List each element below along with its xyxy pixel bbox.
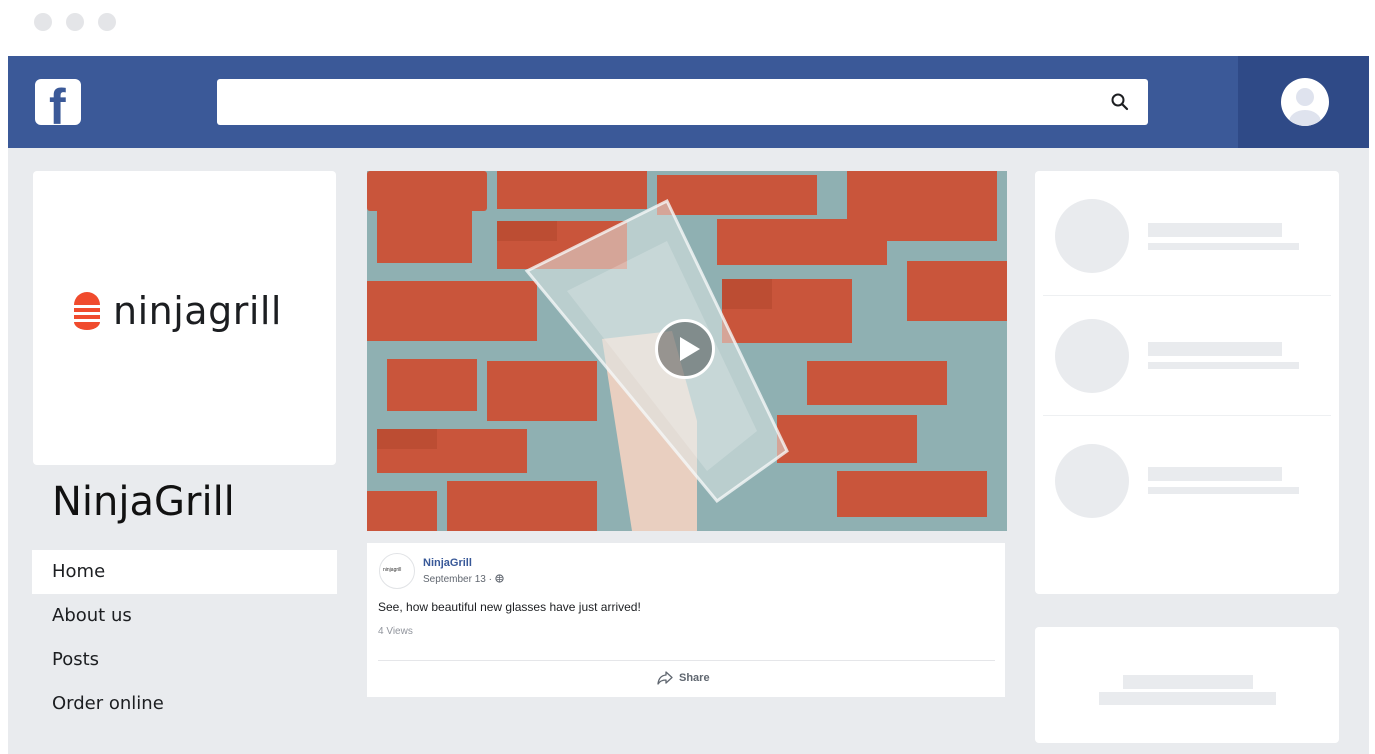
- profile-area: [1238, 56, 1369, 148]
- suggestions-card: [1035, 171, 1339, 594]
- play-icon[interactable]: [655, 319, 715, 379]
- search-input[interactable]: [217, 79, 1148, 125]
- post-video[interactable]: [367, 171, 1007, 531]
- nav-item-about-us[interactable]: About us: [32, 594, 337, 638]
- profile-picture-card: ninjagrill: [33, 171, 336, 465]
- window-dot-close[interactable]: [34, 13, 52, 31]
- user-avatar-icon[interactable]: [1281, 78, 1329, 126]
- share-arrow-icon: [657, 671, 673, 685]
- post-card: ninjagrill NinjaGrill September 13 · See…: [367, 543, 1005, 697]
- nav-item-home[interactable]: Home: [32, 550, 337, 594]
- placeholder-avatar: [1055, 319, 1129, 393]
- post-divider: [378, 660, 995, 661]
- post-timestamp[interactable]: September 13 ·: [423, 574, 504, 585]
- post-author-name[interactable]: NinjaGrill: [423, 557, 472, 569]
- burger-logo-icon: [74, 292, 100, 330]
- page-title: NinjaGrill: [52, 479, 235, 525]
- nav-item-order-online[interactable]: Order online: [32, 682, 337, 726]
- secondary-placeholder-card: [1035, 627, 1339, 743]
- suggestion-placeholder-item: [1035, 171, 1339, 291]
- placeholder-line: [1123, 675, 1253, 689]
- post-body-text: See, how beautiful new glasses have just…: [378, 600, 641, 614]
- placeholder-line: [1148, 467, 1282, 481]
- placeholder-line: [1148, 342, 1282, 356]
- avatar-silhouette-icon: [1289, 88, 1321, 126]
- placeholder-line: [1148, 223, 1282, 237]
- post-view-count: 4 Views: [378, 626, 413, 637]
- facebook-logo-letter: f: [49, 79, 66, 125]
- logo-wordmark: ninjagrill: [113, 289, 282, 333]
- page-navigation: Home About us Posts Order online: [32, 550, 337, 726]
- suggestion-placeholder-item: [1035, 291, 1339, 411]
- share-button[interactable]: Share: [657, 671, 710, 685]
- window-dot-minimize[interactable]: [66, 13, 84, 31]
- placeholder-avatar: [1055, 444, 1129, 518]
- window-dot-maximize[interactable]: [98, 13, 116, 31]
- placeholder-line: [1148, 362, 1299, 369]
- browser-window: f ninjagrill NinjaGrill Home About us Po…: [8, 56, 1369, 754]
- post-author-avatar[interactable]: ninjagrill: [379, 553, 415, 589]
- placeholder-avatar: [1055, 199, 1129, 273]
- search-icon[interactable]: [1110, 92, 1130, 112]
- globe-icon: [495, 574, 504, 583]
- share-button-label: Share: [679, 672, 710, 684]
- placeholder-line: [1148, 487, 1299, 494]
- nav-item-posts[interactable]: Posts: [32, 638, 337, 682]
- suggestion-placeholder-item: [1035, 411, 1339, 531]
- post-date-text: September 13 ·: [423, 574, 495, 585]
- placeholder-line: [1099, 692, 1276, 705]
- facebook-f-icon[interactable]: f: [35, 79, 81, 125]
- post-avatar-logo-text: ninjagrill: [383, 567, 402, 573]
- ninjagrill-logo: ninjagrill: [71, 289, 282, 333]
- placeholder-line: [1148, 243, 1299, 250]
- window-controls: [34, 13, 116, 31]
- top-navigation-bar: f: [8, 56, 1369, 148]
